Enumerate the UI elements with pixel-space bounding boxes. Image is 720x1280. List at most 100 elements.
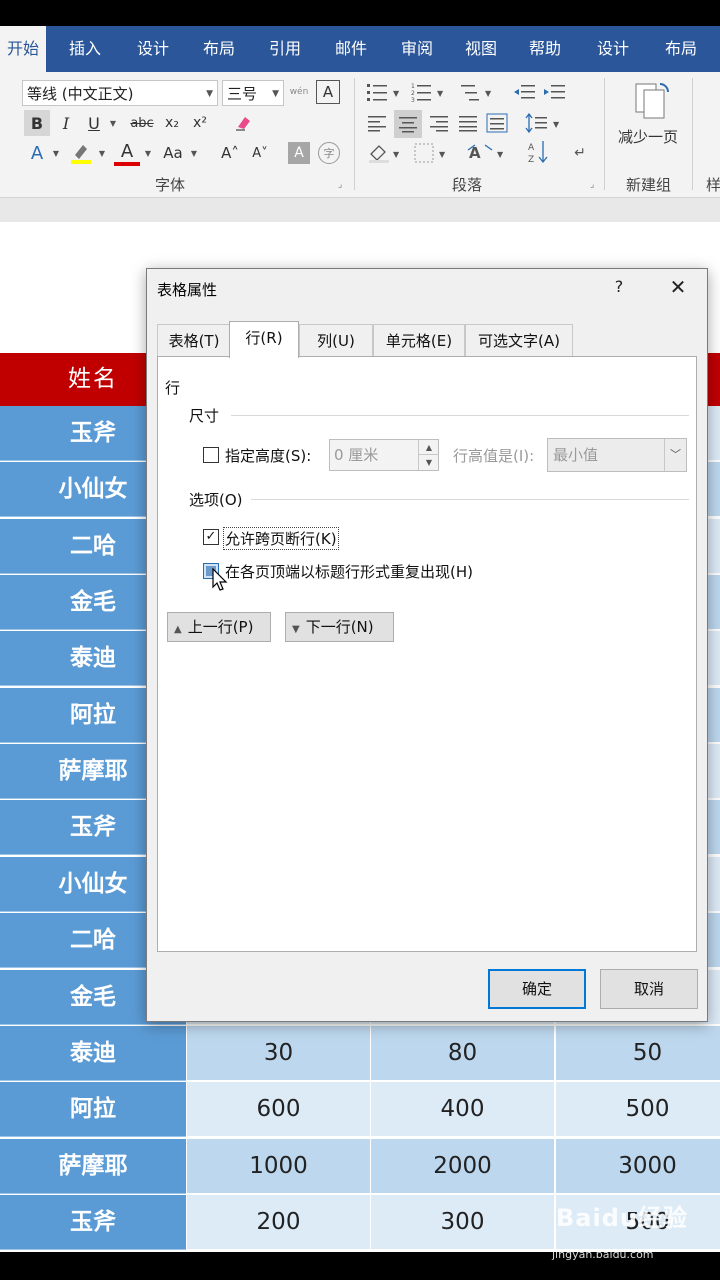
group-divider <box>604 78 605 190</box>
sort-icon[interactable]: AZ <box>526 138 550 166</box>
change-case-button[interactable]: Aa <box>158 140 188 166</box>
table-cell-value[interactable]: 1000 <box>187 1139 370 1194</box>
chinese-layout-icon[interactable]: A ▼ <box>466 140 508 166</box>
subscript-button[interactable]: x₂ <box>160 110 184 136</box>
justify-icon[interactable] <box>456 110 480 136</box>
grow-font-button[interactable]: A˄ <box>218 140 242 166</box>
dialog-launcher-icon[interactable]: ⌟ <box>338 180 342 190</box>
table-cell-value[interactable]: 400 <box>371 1082 554 1137</box>
paragraph-group-label: 段落 <box>452 176 483 194</box>
spin-down-icon[interactable]: ▼ <box>419 455 439 470</box>
tab-references[interactable]: 引用 <box>258 26 312 72</box>
tab-view[interactable]: 视图 <box>454 26 508 72</box>
shrink-page-icon[interactable] <box>628 78 674 122</box>
chevron-down-icon: ▼ <box>206 89 213 99</box>
char-border-icon[interactable]: A <box>316 80 340 104</box>
align-center-icon[interactable] <box>394 110 422 138</box>
allow-row-break-checkbox[interactable]: ✓ <box>203 529 219 545</box>
phonetic-guide-icon[interactable]: wén <box>288 78 310 106</box>
multilevel-list-icon[interactable]: ▼ <box>456 80 496 104</box>
tab-table-layout[interactable]: 布局 <box>654 26 708 72</box>
group-divider <box>231 415 689 416</box>
highlight-color-icon[interactable] <box>68 140 94 166</box>
close-icon[interactable]: ✕ <box>663 273 693 301</box>
tab-layout[interactable]: 布局 <box>192 26 246 72</box>
enclose-char-icon[interactable]: 字 <box>318 142 340 164</box>
svg-text:2: 2 <box>411 90 415 97</box>
line-spacing-icon[interactable]: ▼ <box>524 110 564 136</box>
tab-table[interactable]: 表格(T) <box>157 324 231 356</box>
increase-indent-icon[interactable] <box>542 80 568 104</box>
table-cell-value[interactable]: 500 <box>556 1082 720 1137</box>
table-cell-value[interactable]: 600 <box>187 1082 370 1137</box>
table-cell-value[interactable]: 200 <box>187 1195 370 1250</box>
previous-row-button[interactable]: ▲ 上一行(P) <box>167 612 271 642</box>
cancel-button[interactable]: 取消 <box>600 969 698 1009</box>
chevron-down-icon[interactable]: ▼ <box>142 140 154 166</box>
tab-insert[interactable]: 插入 <box>58 26 112 72</box>
text-effects-icon[interactable]: A <box>26 140 48 166</box>
bold-button[interactable]: B <box>24 110 50 136</box>
tab-home[interactable]: 开始 <box>0 26 46 72</box>
chevron-down-icon[interactable]: ▼ <box>188 140 200 166</box>
tab-mailings[interactable]: 邮件 <box>324 26 378 72</box>
watermark-url: jingyan.baidu.com <box>552 1248 654 1261</box>
tab-cell[interactable]: 单元格(E) <box>373 324 465 356</box>
row-height-spinner[interactable]: 0 厘米 ▲ ▼ <box>329 439 439 471</box>
table-cell-value[interactable]: 30 <box>187 1026 370 1081</box>
font-color-icon[interactable]: A <box>114 140 140 166</box>
tab-column[interactable]: 列(U) <box>299 324 373 356</box>
tab-help[interactable]: 帮助 <box>518 26 572 72</box>
borders-icon[interactable]: ▼ <box>412 140 452 166</box>
table-cell-value[interactable]: 80 <box>371 1026 554 1081</box>
shrink-one-page-button[interactable]: 减少一页 <box>618 126 678 147</box>
tab-table-design[interactable]: 设计 <box>586 26 640 72</box>
strikethrough-button[interactable]: abc <box>126 110 158 136</box>
numbering-icon[interactable]: 1 2 3 ▼ <box>410 80 446 104</box>
tab-alt-text[interactable]: 可选文字(A) <box>465 324 573 356</box>
bullets-icon[interactable]: ▼ <box>366 80 402 104</box>
table-cell-value[interactable]: 50 <box>556 1026 720 1081</box>
clear-formatting-icon[interactable] <box>230 110 256 136</box>
table-cell-name[interactable]: 萨摩耶 <box>0 1139 186 1194</box>
table-cell-name[interactable]: 玉斧 <box>0 1195 186 1250</box>
tab-row[interactable]: 行(R) <box>229 321 299 358</box>
show-marks-icon[interactable]: ↵ <box>570 140 590 166</box>
tab-review[interactable]: 审阅 <box>390 26 444 72</box>
table-cell-value[interactable]: 2000 <box>371 1139 554 1194</box>
italic-button[interactable]: I <box>54 110 78 136</box>
superscript-button[interactable]: x² <box>188 110 212 136</box>
chevron-down-icon[interactable]: ▼ <box>50 140 62 166</box>
shrink-font-button[interactable]: A˅ <box>248 140 272 166</box>
help-icon[interactable]: ? <box>609 275 629 299</box>
chevron-down-icon: ▼ <box>272 89 279 99</box>
chevron-down-icon[interactable]: ▼ <box>106 110 120 136</box>
align-left-icon[interactable] <box>366 110 390 136</box>
underline-button[interactable]: U <box>82 110 106 136</box>
align-right-icon[interactable] <box>426 110 450 136</box>
watermark-brand: Baidu经验 <box>556 1204 688 1232</box>
row-height-is-label: 行高值是(I): <box>453 447 535 465</box>
dialog-launcher-icon[interactable]: ⌟ <box>590 180 594 190</box>
specify-height-checkbox[interactable] <box>203 447 219 463</box>
font-size-combo[interactable]: 三号 ▼ <box>222 80 284 106</box>
next-row-button[interactable]: ▼ 下一行(N) <box>285 612 394 642</box>
tab-design[interactable]: 设计 <box>126 26 180 72</box>
spin-up-icon[interactable]: ▲ <box>419 440 439 455</box>
svg-text:▼: ▼ <box>393 150 400 159</box>
chevron-down-icon[interactable]: ▼ <box>96 140 108 166</box>
decrease-indent-icon[interactable] <box>512 80 538 104</box>
ok-button[interactable]: 确定 <box>488 969 586 1009</box>
distributed-icon[interactable] <box>484 110 510 136</box>
svg-text:A: A <box>469 144 481 162</box>
group-divider <box>251 499 689 500</box>
table-cell-name[interactable]: 泰迪 <box>0 1026 186 1081</box>
new-group-label: 新建组 <box>626 176 672 194</box>
row-height-mode-select[interactable]: 最小值 ﹀ <box>547 438 687 472</box>
char-shading-icon[interactable]: A <box>288 142 310 164</box>
font-name-combo[interactable]: 等线 (中文正文) ▼ <box>22 80 218 106</box>
shading-icon[interactable]: ▼ <box>366 140 406 166</box>
table-cell-value[interactable]: 300 <box>371 1195 554 1250</box>
table-cell-value[interactable]: 3000 <box>556 1139 720 1194</box>
table-cell-name[interactable]: 阿拉 <box>0 1082 186 1137</box>
